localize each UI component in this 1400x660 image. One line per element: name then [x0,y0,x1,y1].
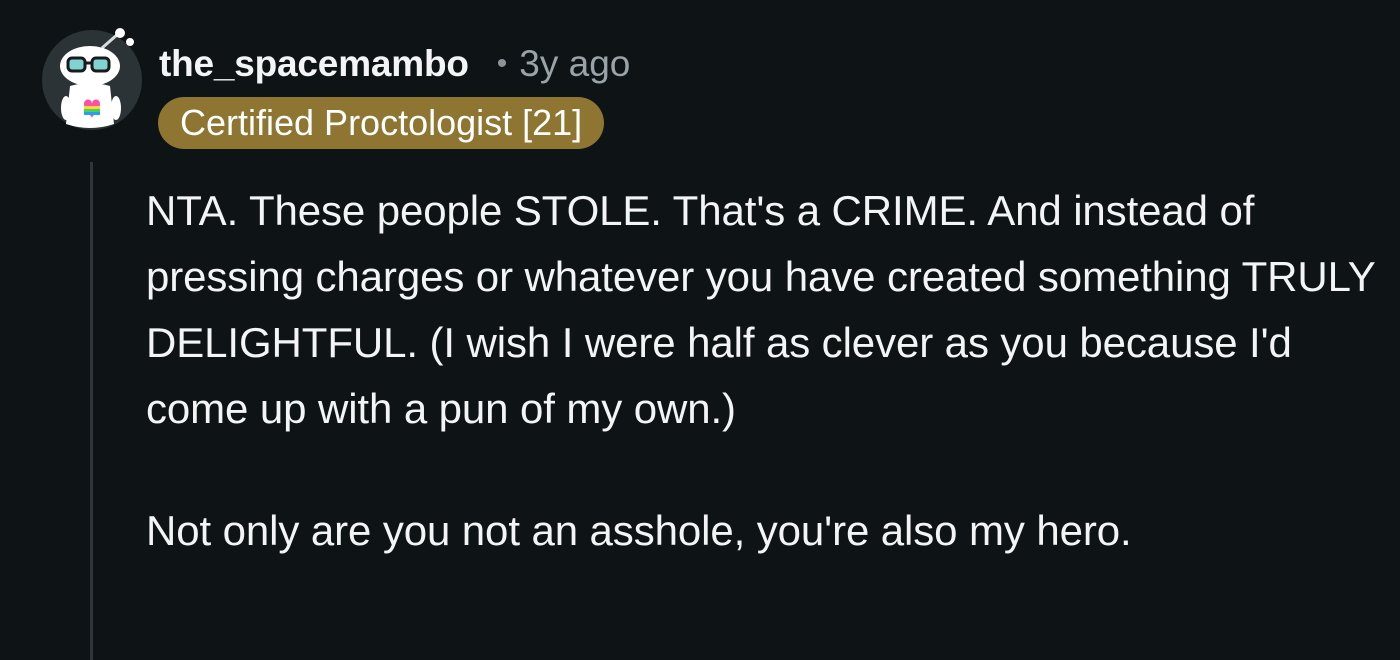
separator-dot: • [496,47,508,80]
comment-paragraph: NTA. These people STOLE. That's a CRIME.… [146,187,1375,432]
thread-collapse-line[interactable] [90,162,93,660]
username-link[interactable]: the_spacemambo [159,43,469,85]
user-flair-badge[interactable]: Certified Proctologist [21] [158,97,605,149]
user-avatar-icon[interactable] [40,28,144,132]
comment-body: NTA. These people STOLE. That's a CRIME.… [146,178,1376,564]
comment: the_spacemambo • 3y ago Certified Procto… [0,0,1400,660]
comment-paragraph: Not only are you not an asshole, you're … [146,507,1132,554]
comment-timestamp[interactable]: 3y ago [519,43,630,85]
comment-meta: the_spacemambo • 3y ago [159,40,630,88]
